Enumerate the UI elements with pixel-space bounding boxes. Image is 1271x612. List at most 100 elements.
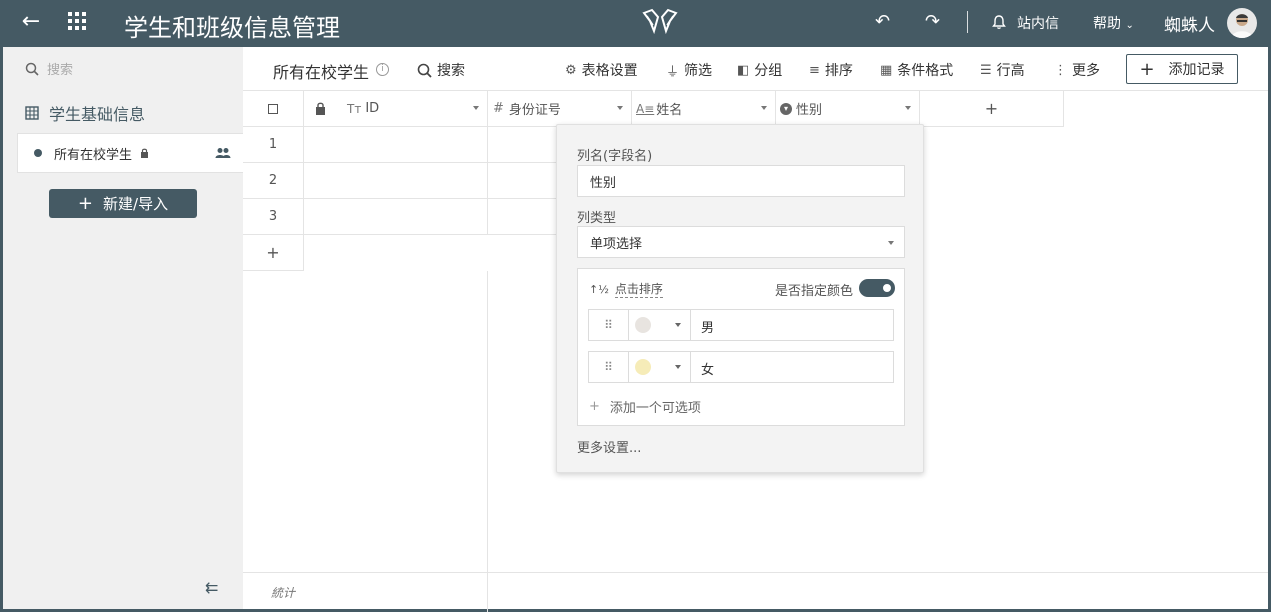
field-name-input[interactable]: 性别 — [577, 165, 905, 197]
more-button[interactable]: ⋮ 更多 — [1054, 60, 1100, 80]
chevron-down-icon — [617, 106, 623, 110]
chevron-down-icon — [675, 365, 681, 369]
logo-icon — [642, 8, 678, 35]
option-value[interactable]: 男 — [701, 317, 714, 336]
add-row-button[interactable]: + — [243, 235, 304, 271]
chevron-down-icon — [761, 106, 767, 110]
sort-icon: ≡ — [809, 62, 820, 78]
more-label: 更多 — [1072, 63, 1100, 79]
text-type-icon: Tт — [347, 101, 362, 116]
group-icon: ◧ — [737, 62, 750, 78]
options-panel: ↑½ 点击排序 是否指定颜色 ⠿ 男 ⠿ 女 + 添加一个可选项 — [577, 268, 905, 426]
plus-icon: + — [589, 399, 600, 414]
inbox-link[interactable]: 站内信 — [1017, 13, 1059, 33]
row-number[interactable]: 3 — [243, 199, 304, 235]
row-number[interactable]: 1 — [243, 127, 304, 163]
column-header-gender[interactable]: ▾ 性别 — [776, 91, 920, 127]
color-swatch — [635, 359, 651, 375]
row-height-icon: ☰ — [980, 62, 992, 78]
option-row: ⠿ 女 — [588, 351, 894, 383]
column-label-id-number: 身份证号 — [508, 103, 561, 118]
color-swatch — [635, 317, 651, 333]
field-name-label: 列名(字段名) — [577, 149, 653, 164]
option-color-picker[interactable] — [629, 310, 691, 340]
lock-icon — [316, 102, 325, 115]
sidebar-search-placeholder: 搜索 — [47, 63, 74, 78]
group-button[interactable]: ◧ 分组 — [737, 60, 782, 80]
statistics-bar: 統计 — [243, 572, 1268, 609]
collapse-sidebar-icon[interactable]: ⇇ — [205, 578, 218, 597]
app-title: 学生和班级信息管理 — [124, 14, 340, 42]
back-arrow-icon[interactable]: ← — [18, 9, 44, 34]
new-button-label: 新建/导入 — [103, 195, 169, 213]
sort-button[interactable]: ≡ 排序 — [809, 60, 853, 80]
statistics-label[interactable]: 統计 — [271, 584, 295, 601]
help-menu[interactable]: 帮助 ⌄ — [1093, 13, 1134, 33]
filter-button[interactable]: ⏚ 筛选 — [666, 60, 712, 80]
grid-format-icon: ▦ — [880, 62, 893, 78]
user-name[interactable]: 蜘蛛人 — [1164, 11, 1215, 36]
sidebar-search[interactable]: 搜索 — [25, 59, 73, 78]
redo-icon[interactable]: ↷ — [925, 11, 940, 32]
add-column-button[interactable]: + — [920, 91, 1064, 127]
sidebar-item-table[interactable]: 学生基础信息 — [25, 101, 145, 125]
field-type-value: 单项选择 — [590, 236, 643, 252]
view-dot-icon — [34, 149, 42, 157]
table-cell[interactable] — [304, 127, 488, 163]
avatar[interactable] — [1227, 8, 1257, 38]
column-label-name: 姓名 — [656, 103, 683, 118]
option-value[interactable]: 女 — [701, 359, 714, 378]
apps-grid-icon[interactable] — [68, 12, 86, 30]
single-select-icon: ▾ — [780, 102, 792, 115]
table-cell[interactable] — [304, 163, 488, 199]
select-all-checkbox[interactable] — [243, 91, 304, 127]
field-type-label: 列类型 — [577, 211, 617, 226]
chevron-down-icon — [888, 241, 894, 245]
row-height-label: 行高 — [996, 63, 1025, 79]
sort-options-label: 点击排序 — [614, 282, 663, 298]
plus-icon: + — [1139, 58, 1155, 80]
search-button[interactable]: 搜索 — [417, 60, 465, 80]
table-cell[interactable] — [304, 199, 488, 235]
color-toggle[interactable] — [859, 279, 895, 297]
option-row: ⠿ 男 — [588, 309, 894, 341]
table-settings-label: 表格设置 — [581, 63, 638, 79]
new-import-button[interactable]: + 新建/导入 — [49, 189, 197, 218]
sidebar-view-label: 所有在校学生 — [54, 147, 133, 163]
text-field-icon: A≡ — [636, 101, 655, 116]
user-avatar-icon — [1231, 14, 1253, 38]
chevron-down-icon — [473, 106, 479, 110]
more-settings-link[interactable]: 更多设置... — [577, 437, 641, 456]
drag-handle-icon[interactable]: ⠿ — [589, 352, 629, 382]
column-header-id-number[interactable]: # 身份证号 — [488, 91, 632, 127]
add-record-button[interactable]: + 添加记录 — [1126, 54, 1238, 84]
conditional-format-button[interactable]: ▦ 条件格式 — [880, 60, 953, 80]
current-view-name: 所有在校学生 — [273, 63, 370, 82]
search-icon — [25, 62, 39, 76]
sort-label: 排序 — [824, 63, 853, 79]
sort-numeric-icon: ↑½ — [589, 282, 609, 296]
option-color-picker[interactable] — [629, 352, 691, 382]
column-header-id[interactable]: Tт ID — [304, 91, 488, 127]
info-icon[interactable]: i — [376, 63, 389, 76]
color-toggle-label: 是否指定颜色 — [775, 284, 854, 299]
undo-icon[interactable]: ↶ — [875, 11, 890, 32]
sidebar-group-label: 学生基础信息 — [49, 105, 146, 124]
bell-icon[interactable] — [992, 14, 1006, 30]
help-label: 帮助 — [1093, 16, 1121, 32]
drag-handle-icon[interactable]: ⠿ — [589, 310, 629, 340]
sidebar-item-view[interactable]: 所有在校学生 — [17, 133, 245, 173]
row-number[interactable]: 2 — [243, 163, 304, 199]
add-option-button[interactable]: + 添加一个可选项 — [589, 397, 701, 416]
field-type-select[interactable]: 单项选择 — [577, 226, 905, 258]
sort-options-button[interactable]: ↑½ 点击排序 — [589, 280, 663, 298]
group-label: 分组 — [754, 63, 783, 79]
lock-icon — [141, 148, 149, 158]
row-height-button[interactable]: ☰ 行高 — [980, 60, 1025, 80]
search-icon — [417, 63, 432, 78]
chevron-down-icon: ⌄ — [1125, 20, 1134, 31]
people-icon[interactable] — [215, 147, 231, 159]
table-settings-button[interactable]: ⚙ 表格设置 — [565, 60, 638, 80]
toggle-knob — [883, 284, 891, 292]
column-header-name[interactable]: A≡ 姓名 — [632, 91, 776, 127]
